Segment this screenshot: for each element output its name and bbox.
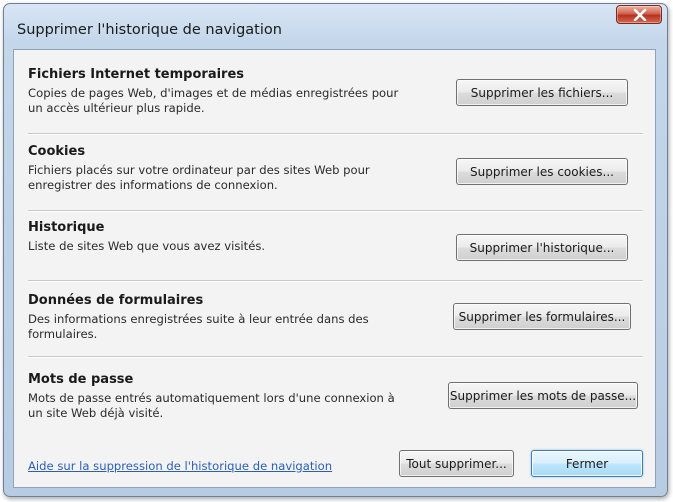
section-form-data: Données de formulaires Des informations … — [28, 293, 643, 353]
delete-cookies-button[interactable]: Supprimer les cookies... — [456, 158, 628, 185]
help-link[interactable]: Aide sur la suppression de l'historique … — [28, 459, 332, 473]
section-title: Cookies — [28, 144, 86, 159]
delete-passwords-button[interactable]: Supprimer les mots de passe... — [448, 382, 638, 409]
dialog-content: Fichiers Internet temporaires Copies de … — [13, 49, 656, 488]
section-description: Liste de sites Web que vous avez visités… — [28, 239, 266, 253]
section-temporary-files: Fichiers Internet temporaires Copies de … — [28, 67, 643, 127]
section-passwords: Mots de passe Mots de passe entrés autom… — [28, 372, 643, 432]
close-dialog-button[interactable]: Fermer — [531, 450, 643, 477]
close-button[interactable] — [616, 5, 662, 24]
delete-history-button[interactable]: Supprimer l'historique... — [456, 234, 628, 261]
separator — [28, 356, 643, 358]
delete-all-button[interactable]: Tout supprimer... — [399, 450, 514, 477]
separator — [28, 210, 643, 212]
dialog-window: Supprimer l'historique de navigation Fic… — [3, 3, 668, 497]
section-description: Copies de pages Web, d'images et de médi… — [28, 86, 399, 115]
section-history: Historique Liste de sites Web que vous a… — [28, 220, 643, 280]
close-icon — [633, 9, 647, 21]
delete-forms-button[interactable]: Supprimer les formulaires... — [453, 303, 631, 330]
section-title: Données de formulaires — [28, 293, 204, 308]
section-title: Historique — [28, 220, 105, 235]
section-cookies: Cookies Fichiers placés sur votre ordina… — [28, 144, 643, 204]
delete-files-button[interactable]: Supprimer les fichiers... — [456, 79, 628, 106]
section-description: Mots de passe entrés automatiquement lor… — [28, 391, 395, 420]
section-description: Des informations enregistrées suite à le… — [28, 312, 369, 341]
title-bar[interactable]: Supprimer l'historique de navigation — [4, 4, 667, 44]
section-title: Fichiers Internet temporaires — [28, 67, 245, 82]
window-title: Supprimer l'historique de navigation — [17, 22, 282, 38]
separator — [28, 280, 643, 282]
section-title: Mots de passe — [28, 372, 134, 387]
section-description: Fichiers placés sur votre ordinateur par… — [28, 163, 370, 192]
separator — [28, 133, 643, 135]
